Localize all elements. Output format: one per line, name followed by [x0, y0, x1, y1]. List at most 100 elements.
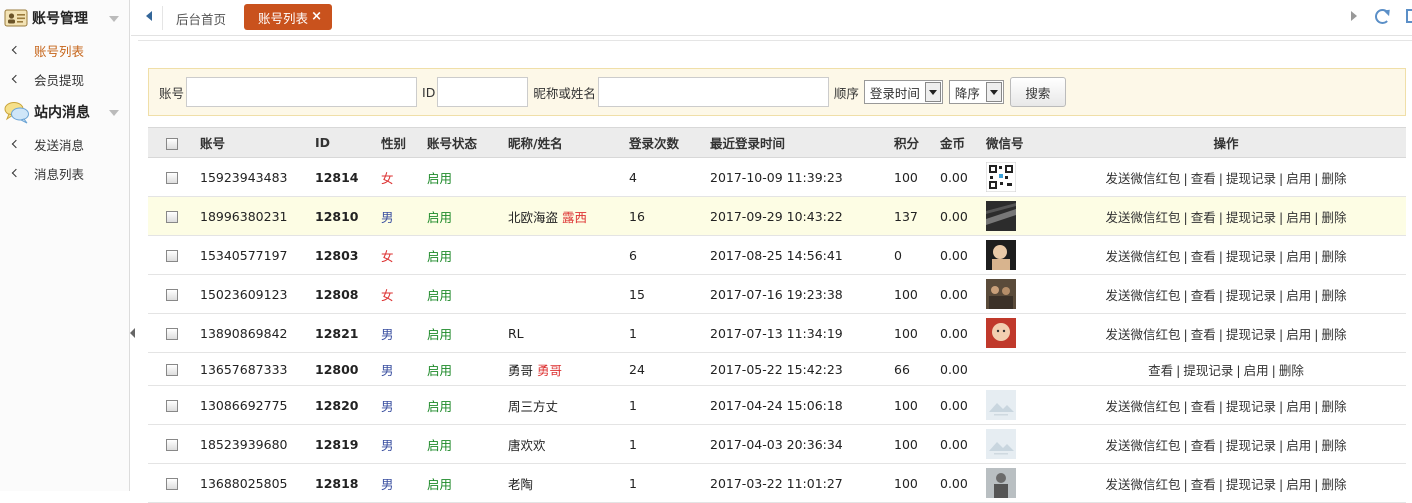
table-row[interactable]: 1899638023112810男启用北欧海盗 露西162017-09-29 1…	[148, 197, 1406, 236]
action-link[interactable]: 删除	[1321, 327, 1346, 342]
action-link[interactable]: 提现记录	[1226, 249, 1276, 264]
wechat-avatar	[986, 318, 1046, 348]
action-link[interactable]: 发送微信红包	[1106, 210, 1181, 225]
action-link[interactable]: 发送微信红包	[1106, 288, 1181, 303]
row-checkbox[interactable]	[166, 250, 178, 262]
table-row[interactable]: 1389086984212821男启用RL12017-07-13 11:34:1…	[148, 314, 1406, 353]
row-checkbox[interactable]	[166, 328, 178, 340]
action-link[interactable]: 发送微信红包	[1106, 438, 1181, 453]
action-link[interactable]: 提现记录	[1226, 171, 1276, 186]
row-checkbox[interactable]	[166, 172, 178, 184]
action-link[interactable]: 删除	[1321, 438, 1346, 453]
row-checkbox[interactable]	[166, 400, 178, 412]
action-link[interactable]: 删除	[1321, 288, 1346, 303]
table-row[interactable]: 1592394348312814女启用42017-10-09 11:39:231…	[148, 158, 1406, 197]
action-link[interactable]: 查看	[1191, 438, 1216, 453]
action-link[interactable]: 启用	[1286, 171, 1311, 186]
separator: |	[1279, 327, 1283, 342]
row-checkbox[interactable]	[166, 289, 178, 301]
row-checkbox[interactable]	[166, 211, 178, 223]
action-link[interactable]: 查看	[1191, 477, 1216, 492]
action-link[interactable]: 启用	[1286, 288, 1311, 303]
refresh-icon[interactable]	[1375, 9, 1390, 24]
table-row[interactable]: 1534057719712803女启用62017-08-25 14:56:410…	[148, 236, 1406, 275]
chevron-down-icon[interactable]	[109, 110, 119, 116]
separator: |	[1176, 363, 1180, 378]
action-link[interactable]: 查看	[1191, 288, 1216, 303]
nickname-text: 老陶	[508, 477, 533, 492]
fullscreen-icon[interactable]	[1406, 9, 1412, 23]
action-link[interactable]: 提现记录	[1226, 438, 1276, 453]
header-last-login: 最近登录时间	[710, 128, 894, 158]
action-link[interactable]: 查看	[1148, 363, 1173, 378]
scroll-right-icon[interactable]	[1351, 11, 1357, 21]
table-row[interactable]: 1368802580512818男启用老陶12017-03-22 11:01:2…	[148, 464, 1406, 503]
sidebar-section-account[interactable]: 账号管理	[0, 0, 129, 36]
id-label: ID	[422, 85, 435, 100]
table-row[interactable]: 1852393968012819男启用唐欢欢12017-04-03 20:36:…	[148, 425, 1406, 464]
nickname-cell	[508, 158, 629, 197]
tab-home[interactable]: 后台首页	[176, 9, 226, 28]
sidebar-section-messages[interactable]: 站内消息	[0, 94, 129, 130]
table-row[interactable]: 1502360912312808女启用152017-07-16 19:23:38…	[148, 275, 1406, 314]
action-link[interactable]: 启用	[1286, 477, 1311, 492]
action-link[interactable]: 查看	[1191, 249, 1216, 264]
action-link[interactable]: 发送微信红包	[1106, 477, 1181, 492]
action-link[interactable]: 提现记录	[1226, 399, 1276, 414]
row-checkbox[interactable]	[166, 364, 178, 376]
id-input[interactable]	[437, 77, 528, 107]
separator: |	[1279, 171, 1283, 186]
action-link[interactable]: 删除	[1321, 477, 1346, 492]
sidebar-item-send-message[interactable]: 发送消息	[0, 130, 129, 159]
separator: |	[1219, 171, 1223, 186]
table-row[interactable]: 1308669277512820男启用周三方丈12017-04-24 15:06…	[148, 386, 1406, 425]
nickname-input[interactable]	[598, 77, 829, 107]
select-all-checkbox[interactable]	[166, 138, 178, 150]
action-link[interactable]: 发送微信红包	[1106, 327, 1181, 342]
tab-account-list[interactable]: 账号列表 ×	[244, 4, 332, 30]
action-link[interactable]: 发送微信红包	[1106, 171, 1181, 186]
order-direction-select[interactable]: 降序	[949, 80, 1004, 104]
table-row[interactable]: 1365768733312800男启用勇哥 勇哥242017-05-22 15:…	[148, 353, 1406, 386]
action-link[interactable]: 提现记录	[1226, 288, 1276, 303]
chevron-down-icon[interactable]	[109, 16, 119, 22]
sidebar-item-message-list[interactable]: 消息列表	[0, 159, 129, 188]
close-icon[interactable]: ×	[311, 9, 322, 24]
action-link[interactable]: 启用	[1244, 363, 1269, 378]
action-link[interactable]: 启用	[1286, 249, 1311, 264]
action-link[interactable]: 提现记录	[1226, 210, 1276, 225]
account-input[interactable]	[186, 77, 417, 107]
collapse-sidebar-icon[interactable]	[130, 328, 135, 338]
scroll-left-icon[interactable]	[146, 11, 152, 21]
last-login-cell: 2017-07-16 19:23:38	[710, 275, 894, 314]
sidebar-item-account-list[interactable]: 账号列表	[0, 36, 129, 65]
action-link[interactable]: 启用	[1286, 399, 1311, 414]
action-link[interactable]: 提现记录	[1226, 327, 1276, 342]
action-link[interactable]: 启用	[1286, 327, 1311, 342]
separator: |	[1314, 327, 1318, 342]
action-link[interactable]: 删除	[1321, 249, 1346, 264]
action-link[interactable]: 删除	[1279, 363, 1304, 378]
action-link[interactable]: 查看	[1191, 171, 1216, 186]
order-field-select[interactable]: 登录时间	[864, 80, 943, 104]
sidebar-item-member-withdraw[interactable]: 会员提现	[0, 65, 129, 94]
last-login-cell: 2017-04-03 20:36:34	[710, 425, 894, 464]
search-button[interactable]: 搜索	[1010, 77, 1066, 107]
action-link[interactable]: 查看	[1191, 327, 1216, 342]
action-link[interactable]: 删除	[1321, 399, 1346, 414]
action-link[interactable]: 发送微信红包	[1106, 399, 1181, 414]
wechat-avatar	[986, 162, 1046, 192]
status-cell: 启用	[427, 236, 508, 275]
action-link[interactable]: 启用	[1286, 210, 1311, 225]
row-checkbox[interactable]	[166, 478, 178, 490]
action-link[interactable]: 删除	[1321, 171, 1346, 186]
id-cell: 12819	[315, 425, 381, 464]
action-link[interactable]: 提现记录	[1226, 477, 1276, 492]
action-link[interactable]: 查看	[1191, 210, 1216, 225]
row-checkbox[interactable]	[166, 439, 178, 451]
action-link[interactable]: 查看	[1191, 399, 1216, 414]
action-link[interactable]: 提现记录	[1183, 363, 1233, 378]
action-link[interactable]: 启用	[1286, 438, 1311, 453]
action-link[interactable]: 删除	[1321, 210, 1346, 225]
action-link[interactable]: 发送微信红包	[1106, 249, 1181, 264]
